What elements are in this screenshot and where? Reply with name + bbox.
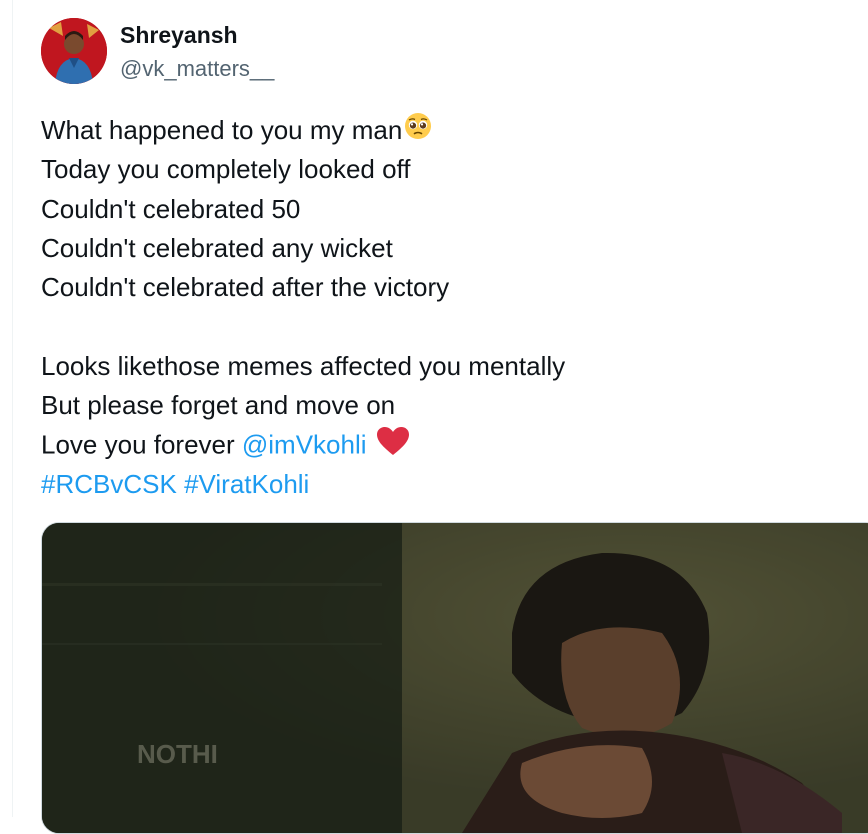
tweet-media[interactable]: NOTHI: [41, 522, 868, 834]
tweet-line: Couldn't celebrated any wicket: [41, 232, 393, 263]
tweet-text: What happened to you my man Today you co…: [41, 111, 841, 504]
tweet-line: But please forget and move on: [41, 390, 396, 421]
hashtags-line: #RCBvCSK #ViratKohli: [41, 465, 841, 504]
tweet-line: Love you forever @imVkohli: [41, 425, 841, 464]
timeline-left-border: [12, 0, 13, 817]
author-handle[interactable]: @vk_matters__: [120, 56, 274, 82]
media-image: NOTHI: [42, 523, 868, 833]
pleading-face-icon: [403, 111, 433, 152]
hashtag-link[interactable]: #ViratKohli: [184, 469, 309, 499]
tweet-line: Couldn't celebrated after the victory: [41, 272, 450, 303]
avatar-image: [41, 18, 107, 84]
author-name[interactable]: Shreyansh: [120, 22, 238, 49]
red-heart-icon: [375, 425, 411, 468]
media-overlay-text: NOTHI: [137, 739, 218, 769]
mention-link[interactable]: @imVkohli: [242, 430, 367, 460]
avatar[interactable]: [41, 18, 107, 84]
tweet-line: What happened to you my man: [41, 111, 841, 150]
tweet-line: Today you completely looked off: [41, 154, 411, 185]
tweet-line: Looks likethose memes affected you menta…: [41, 350, 566, 381]
tweet-line: Couldn't celebrated 50: [41, 193, 301, 224]
hashtag-link[interactable]: #RCBvCSK: [41, 469, 177, 499]
